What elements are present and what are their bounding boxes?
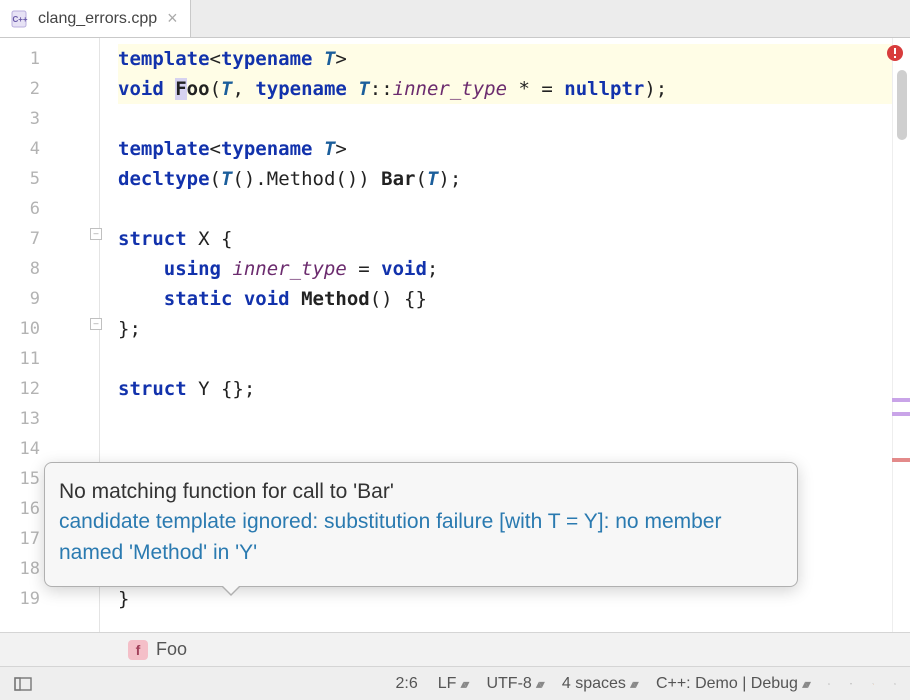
dropdown-icon: ▴▾: [630, 677, 636, 691]
line-number: 7: [0, 224, 50, 254]
line-number: 9: [0, 284, 50, 314]
search-icon[interactable]: [886, 675, 904, 693]
code-line[interactable]: decltype(T().Method()) Bar(T);: [118, 164, 892, 194]
line-separator-selector[interactable]: LF ▴▾: [430, 675, 475, 693]
tool-window-toggle-icon[interactable]: [6, 675, 40, 693]
line-number: 14: [0, 434, 50, 464]
line-number: 17: [0, 524, 50, 554]
code-line[interactable]: using inner_type = void;: [118, 254, 892, 284]
line-number: 6: [0, 194, 50, 224]
line-number: 12: [0, 374, 50, 404]
line-number: 11: [0, 344, 50, 374]
status-bar: 2:6 LF ▴▾ UTF-8 ▴▾ 4 spaces ▴▾ C++: Demo…: [0, 666, 910, 700]
dropdown-icon: ▴▾: [802, 677, 808, 691]
line-number: 19: [0, 584, 50, 614]
editor: 12345678910111213141516171819 – – templa…: [0, 38, 910, 632]
breadcrumb-bar: f Foo: [0, 632, 910, 666]
line-number-gutter: 12345678910111213141516171819: [0, 38, 50, 632]
warning-mark[interactable]: [892, 412, 910, 416]
lock-icon[interactable]: [820, 675, 838, 693]
svg-text:C++: C++: [12, 15, 27, 24]
line-number: 16: [0, 494, 50, 524]
line-number: 13: [0, 404, 50, 434]
run-context-selector[interactable]: C++: Demo | Debug ▴▾: [648, 675, 816, 693]
tab-bar: C++ clang_errors.cpp ×: [0, 0, 910, 38]
warning-mark[interactable]: [892, 398, 910, 402]
tooltip-detail: candidate template ignored: substitution…: [59, 507, 781, 568]
code-line[interactable]: };: [118, 314, 892, 344]
dropdown-icon: ▴▾: [536, 677, 542, 691]
line-number: 2: [0, 74, 50, 104]
line-number: 10: [0, 314, 50, 344]
breadcrumb-function-name[interactable]: Foo: [156, 639, 187, 660]
code-line[interactable]: void Foo(T, typename T::inner_type * = n…: [118, 74, 892, 104]
encoding-selector[interactable]: UTF-8 ▴▾: [478, 675, 549, 693]
tooltip-title: No matching function for call to 'Bar': [59, 477, 781, 507]
code-line[interactable]: struct X {: [118, 224, 892, 254]
function-badge-icon: f: [128, 640, 148, 660]
file-tab[interactable]: C++ clang_errors.cpp ×: [0, 0, 191, 37]
settings-sync-icon[interactable]: [864, 675, 882, 693]
caret-position[interactable]: 2:6: [388, 675, 426, 693]
code-line[interactable]: struct Y {};: [118, 374, 892, 404]
line-number: 4: [0, 134, 50, 164]
tab-filename: clang_errors.cpp: [38, 10, 157, 28]
line-number: 3: [0, 104, 50, 134]
tooltip-pointer-icon: [221, 586, 241, 596]
error-indicator-icon[interactable]: [886, 44, 904, 62]
error-tooltip: No matching function for call to 'Bar' c…: [44, 462, 798, 587]
error-mark[interactable]: [892, 458, 910, 462]
code-line[interactable]: [118, 104, 892, 134]
line-number: 1: [0, 44, 50, 74]
code-line[interactable]: template<typename T>: [118, 134, 892, 164]
code-line[interactable]: static void Method() {}: [118, 284, 892, 314]
code-line[interactable]: [118, 194, 892, 224]
error-stripe[interactable]: [892, 38, 910, 632]
line-number: 8: [0, 254, 50, 284]
line-number: 15: [0, 464, 50, 494]
indent-selector[interactable]: 4 spaces ▴▾: [554, 675, 644, 693]
code-line[interactable]: [118, 404, 892, 434]
inspector-icon[interactable]: [842, 675, 860, 693]
code-line[interactable]: template<typename T>: [118, 44, 892, 74]
cpp-file-icon: C++: [10, 9, 30, 29]
code-line[interactable]: [118, 434, 892, 464]
scrollbar-thumb[interactable]: [897, 70, 907, 140]
tab-close-icon[interactable]: ×: [165, 8, 180, 29]
code-line[interactable]: [118, 344, 892, 374]
dropdown-icon: ▴▾: [460, 677, 466, 691]
line-number: 18: [0, 554, 50, 584]
line-number: 5: [0, 164, 50, 194]
